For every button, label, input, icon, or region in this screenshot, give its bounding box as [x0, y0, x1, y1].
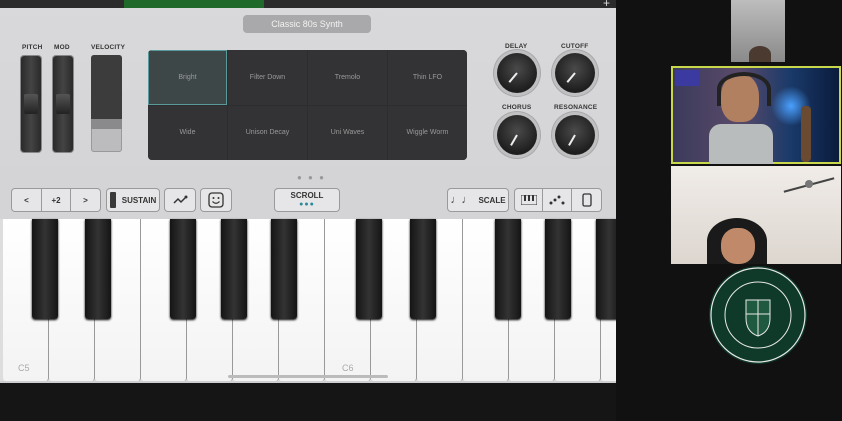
resonance-knob[interactable]: [555, 115, 595, 155]
black-key[interactable]: [221, 219, 247, 319]
arpeggio-layout-button[interactable]: [543, 189, 571, 211]
headphones: [717, 72, 771, 106]
c5-label: C5: [18, 363, 30, 373]
preset-selector[interactable]: Classic 80s Synth: [243, 15, 371, 33]
octave-down-button[interactable]: <: [12, 189, 41, 211]
cutoff-knob[interactable]: [555, 53, 595, 93]
emoji-button[interactable]: [201, 189, 231, 211]
velocity-fill: [91, 55, 122, 119]
region-bar: [124, 0, 264, 8]
pad-unison-decay[interactable]: Unison Decay: [228, 105, 307, 160]
video-tile-participant-2[interactable]: [671, 166, 841, 264]
school-seal-logo: [710, 267, 806, 363]
pad-filter-down[interactable]: Filter Down: [228, 50, 307, 105]
participant-face: [721, 228, 755, 264]
sustain-button[interactable]: SUSTAIN: [107, 189, 159, 211]
smart-controls-pads: Bright Filter Down Tremolo Thin LFO Wide…: [148, 50, 467, 160]
scale-icon: ♩♩: [450, 194, 473, 206]
pad-bright[interactable]: Bright: [148, 50, 227, 105]
chorus-knob[interactable]: [497, 115, 537, 155]
participant-silhouette: [749, 46, 771, 62]
device-settings-button[interactable]: [572, 189, 601, 211]
scroll-dots: ●●●: [299, 201, 315, 208]
keyboard-layout-button[interactable]: [515, 189, 542, 211]
black-key[interactable]: [32, 219, 58, 319]
poster: [675, 70, 699, 86]
octave-display: +2: [42, 189, 70, 211]
black-key[interactable]: [356, 219, 382, 319]
black-key[interactable]: [596, 219, 616, 319]
pad-wide[interactable]: Wide: [148, 105, 227, 160]
octave-up-button[interactable]: >: [71, 189, 100, 211]
phone-icon: [581, 193, 592, 207]
participant-shirt: [709, 124, 773, 164]
preset-label: Classic 80s Synth: [271, 19, 343, 29]
add-track-icon[interactable]: +: [603, 0, 610, 10]
mod-label: MOD: [54, 44, 70, 51]
velocity-handle[interactable]: [91, 119, 122, 129]
page-indicator[interactable]: ● ● ●: [297, 173, 326, 182]
synth-panel: + Classic 80s Synth PITCH MOD VELOCITY B…: [0, 0, 616, 383]
arpeggiator-icon: [173, 195, 188, 204]
school-logo-tile[interactable]: [709, 266, 807, 364]
black-key[interactable]: [170, 219, 196, 319]
delay-label: DELAY: [505, 43, 528, 50]
arpeggio-dots-icon: [549, 195, 565, 205]
black-key[interactable]: [410, 219, 436, 319]
track-strip: +: [0, 0, 616, 10]
velocity-label: VELOCITY: [91, 44, 126, 51]
velocity-slider[interactable]: [91, 55, 122, 152]
share-bottom-bar: [0, 383, 616, 421]
piano-keys-icon: [520, 195, 537, 205]
sustain-label: SUSTAIN: [121, 195, 157, 205]
black-key[interactable]: [85, 219, 111, 319]
black-key[interactable]: [271, 219, 297, 319]
scale-button[interactable]: ♩♩ SCALE: [448, 189, 508, 211]
arpeggiator-button[interactable]: [165, 189, 195, 211]
scroll-label: SCROLL: [290, 191, 324, 200]
delay-knob[interactable]: [497, 53, 537, 93]
sustain-indicator: [109, 192, 116, 208]
pad-uni-waves[interactable]: Uni Waves: [308, 105, 387, 160]
cutoff-label: CUTOFF: [561, 43, 589, 50]
pad-wiggle-worm[interactable]: Wiggle Worm: [388, 105, 467, 160]
pad-thin-lfo[interactable]: Thin LFO: [388, 50, 467, 105]
video-tile-active-speaker[interactable]: [671, 66, 841, 164]
guitar: [801, 106, 811, 162]
ceiling-fan-icon: [783, 177, 835, 193]
black-key[interactable]: [545, 219, 571, 319]
pitch-label: PITCH: [22, 44, 43, 51]
scale-label: SCALE: [478, 195, 506, 205]
pad-tremolo[interactable]: Tremolo: [308, 50, 387, 105]
mod-wheel[interactable]: [53, 56, 73, 152]
c6-label: C6: [342, 363, 354, 373]
smiley-icon: [208, 192, 224, 208]
black-key[interactable]: [495, 219, 521, 319]
piano-keyboard: C5 C6: [0, 219, 616, 381]
resonance-label: RESONANCE: [554, 104, 598, 111]
chorus-label: CHORUS: [502, 104, 532, 111]
scroll-button[interactable]: SCROLL ●●●: [275, 189, 339, 211]
video-tile-top[interactable]: [731, 0, 785, 62]
pitch-wheel[interactable]: [21, 56, 41, 152]
home-indicator: [228, 375, 388, 378]
